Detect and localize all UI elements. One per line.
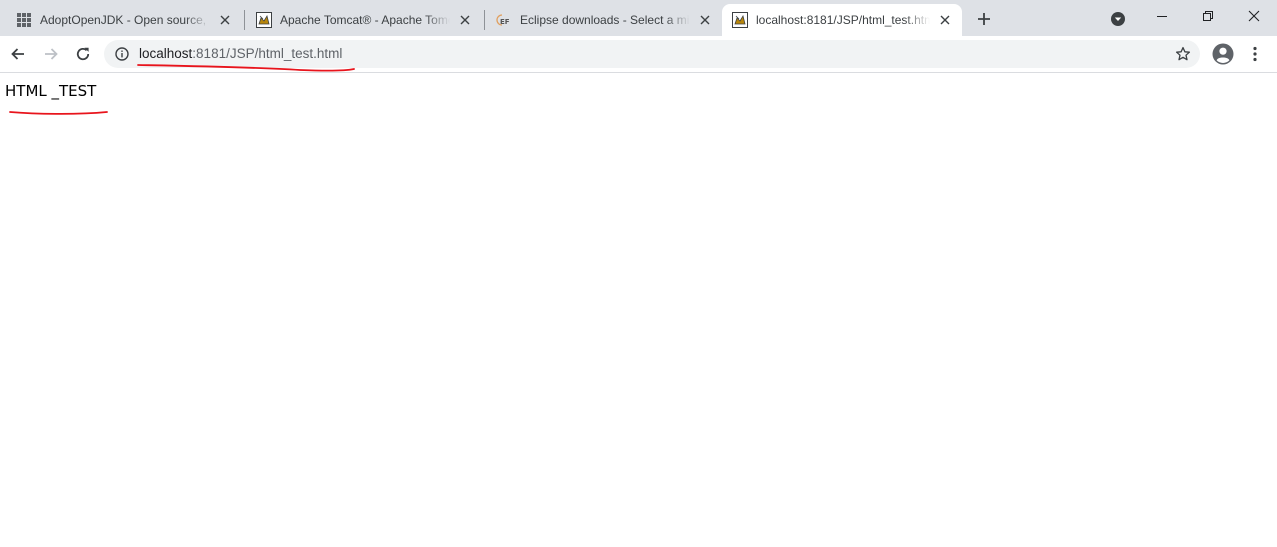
forward-button[interactable] [37, 40, 65, 68]
tab-title: Eclipse downloads - Select a mirror [520, 13, 690, 27]
chevron-down-circle-icon [1111, 12, 1125, 26]
close-icon[interactable] [696, 11, 714, 29]
close-icon[interactable] [216, 11, 234, 29]
tab-strip: AdoptOpenJDK - Open source, prebuilt Ope… [0, 0, 1277, 36]
tab-localhost-html-test[interactable]: localhost:8181/JSP/html_test.html [722, 4, 962, 36]
tab-title: AdoptOpenJDK - Open source, prebuilt Ope… [40, 13, 210, 27]
page-content: HTML _TEST [0, 73, 1277, 547]
arrow-right-icon [45, 48, 58, 60]
restore-button[interactable] [1185, 0, 1231, 32]
eclipse-ef-icon: EF [496, 12, 512, 28]
tab-separator [484, 10, 485, 30]
new-tab-button[interactable] [972, 7, 996, 31]
url-host: localhost [139, 46, 193, 61]
window-close-button[interactable] [1231, 0, 1277, 32]
close-icon [1248, 10, 1260, 22]
address-bar[interactable]: localhost:8181/JSP/html_test.html [104, 40, 1200, 68]
tomcat-favicon-icon [732, 12, 748, 28]
close-icon[interactable] [456, 11, 474, 29]
menu-kebab-icon[interactable] [1245, 42, 1265, 66]
tab-adoptopenjdk[interactable]: AdoptOpenJDK - Open source, prebuilt Ope… [6, 4, 242, 36]
arrow-left-icon [11, 48, 24, 60]
url-path: :8181/JSP/html_test.html [192, 46, 343, 61]
page-heading: HTML _TEST [5, 82, 97, 100]
apps-grid-icon [16, 12, 32, 28]
url-text[interactable]: localhost:8181/JSP/html_test.html [139, 46, 342, 62]
info-icon[interactable] [114, 46, 130, 62]
minimize-icon [1157, 16, 1167, 17]
profile-avatar-icon[interactable] [1211, 42, 1235, 66]
tab-apache-tomcat[interactable]: Apache Tomcat® - Apache Tomcat 9 Softwar… [246, 4, 482, 36]
tab-title: localhost:8181/JSP/html_test.html [756, 13, 930, 27]
bookmark-star-icon[interactable] [1174, 45, 1192, 63]
browser-toolbar: localhost:8181/JSP/html_test.html [0, 36, 1277, 73]
back-button[interactable] [4, 40, 32, 68]
svg-text:EF: EF [500, 18, 510, 26]
restore-icon [1203, 11, 1213, 21]
reload-button[interactable] [69, 40, 97, 68]
minimize-button[interactable] [1139, 0, 1185, 32]
tab-eclipse-downloads[interactable]: EF Eclipse downloads - Select a mirror [486, 4, 722, 36]
reload-icon [76, 47, 90, 61]
tomcat-favicon-icon [256, 12, 272, 28]
tab-title: Apache Tomcat® - Apache Tomcat 9 Softwar… [280, 13, 450, 27]
close-icon[interactable] [936, 11, 954, 29]
tab-separator [244, 10, 245, 30]
tab-search-button[interactable] [1108, 9, 1128, 29]
plus-icon [978, 13, 990, 25]
